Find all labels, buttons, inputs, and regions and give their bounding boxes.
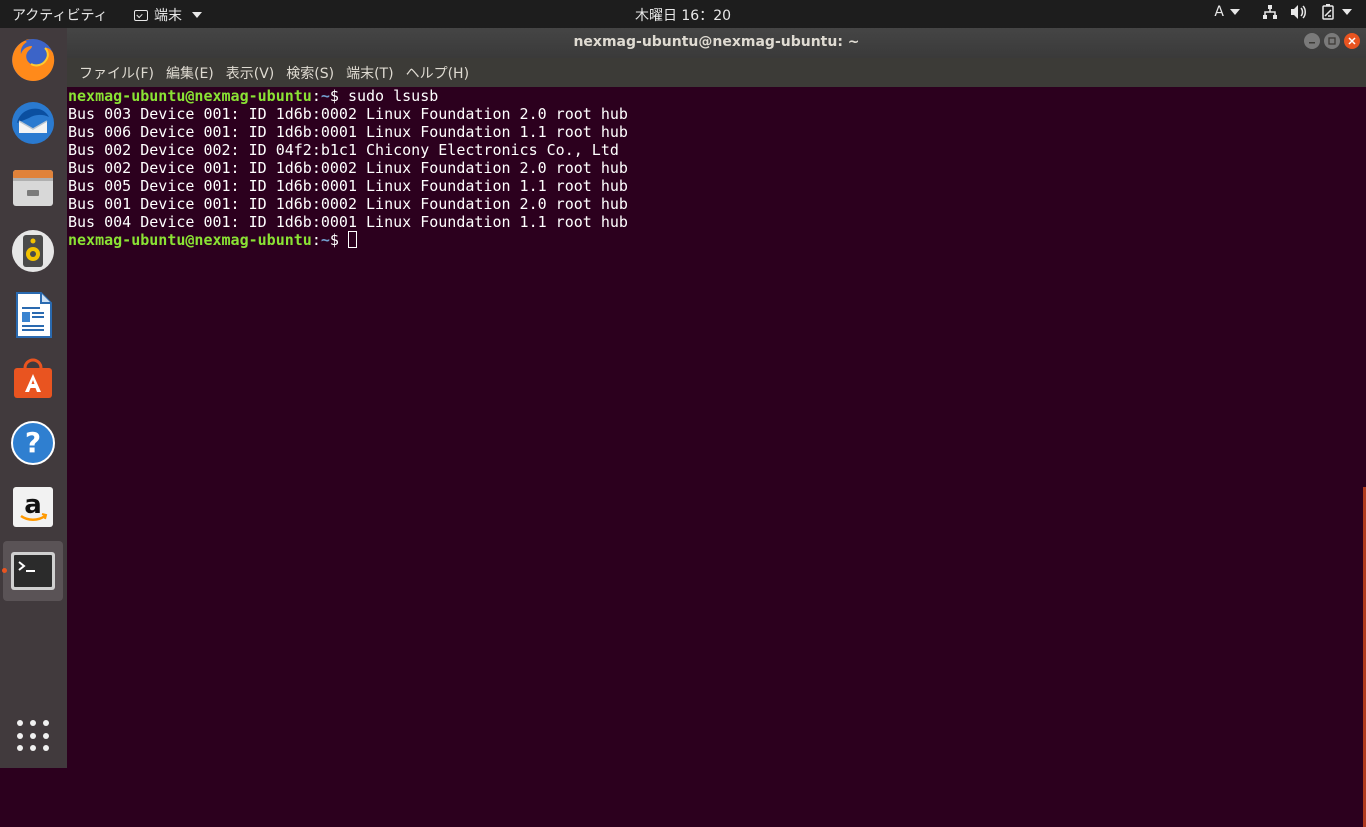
window-controls <box>1304 33 1360 49</box>
clock[interactable]: 木曜日 16：20 <box>0 5 1366 25</box>
menu-search[interactable]: 検索(S) <box>280 63 340 83</box>
chevron-down-icon <box>1230 9 1240 15</box>
prompt-dollar: $ <box>329 231 348 249</box>
thunderbird-icon <box>12 102 54 144</box>
terminal-icon <box>11 552 55 590</box>
dock-rhythmbox[interactable] <box>3 221 63 281</box>
running-indicator <box>2 568 7 573</box>
output-line: Bus 002 Device 002: ID 04f2:b1c1 Chicony… <box>68 141 619 159</box>
minimize-icon <box>1309 42 1315 44</box>
menu-bar: ファイル(F) 編集(E) 表示(V) 検索(S) 端末(T) ヘルプ(H) <box>67 58 1366 87</box>
dock-thunderbird[interactable] <box>3 93 63 153</box>
input-method-label: A <box>1214 4 1224 20</box>
rhythmbox-icon <box>12 230 54 272</box>
menu-help[interactable]: ヘルプ(H) <box>400 63 475 83</box>
terminal-output: nexmag-ubuntu@nexmag-ubuntu:~$ sudo lsus… <box>68 87 628 249</box>
prompt-line: nexmag-ubuntu@nexmag-ubuntu:~$ <box>68 231 628 249</box>
close-button[interactable] <box>1344 33 1360 49</box>
output-line: Bus 003 Device 001: ID 1d6b:0002 Linux F… <box>68 105 628 123</box>
show-applications-button[interactable] <box>17 720 49 752</box>
output-line: Bus 002 Device 001: ID 1d6b:0002 Linux F… <box>68 159 628 177</box>
volume-icon <box>1291 5 1306 19</box>
network-icon <box>1263 5 1277 19</box>
window-title: nexmag-ubuntu@nexmag-ubuntu: ~ <box>573 34 860 50</box>
prompt-separator: : <box>311 231 321 249</box>
dock-ubuntu-software[interactable] <box>3 349 63 409</box>
window-titlebar[interactable]: nexmag-ubuntu@nexmag-ubuntu: ~ <box>67 28 1366 58</box>
prompt-user: nexmag-ubuntu@nexmag-ubuntu <box>68 231 312 249</box>
input-method-indicator[interactable]: A <box>1214 4 1240 20</box>
prompt-path: ~ <box>320 87 330 105</box>
ubuntu-software-icon <box>14 358 52 398</box>
maximize-icon <box>1328 37 1336 45</box>
amazon-icon: a <box>13 487 53 527</box>
firefox-icon <box>12 39 55 81</box>
top-bar: アクティビティ 端末 木曜日 16：20 A <box>0 0 1366 28</box>
prompt-separator: : <box>311 87 321 105</box>
prompt-user: nexmag-ubuntu@nexmag-ubuntu <box>68 87 312 105</box>
dock-amazon[interactable]: a <box>3 477 63 537</box>
text-cursor <box>347 231 357 248</box>
menu-terminal[interactable]: 端末(T) <box>340 63 399 83</box>
dock-terminal[interactable] <box>3 541 63 601</box>
battery-icon <box>1322 4 1334 20</box>
dock-files[interactable] <box>3 157 63 217</box>
output-line: Bus 006 Device 001: ID 1d6b:0001 Linux F… <box>68 123 628 141</box>
prompt-path: ~ <box>320 231 330 249</box>
files-icon <box>13 170 53 206</box>
output-line: Bus 005 Device 001: ID 1d6b:0001 Linux F… <box>68 177 628 195</box>
minimize-button[interactable] <box>1304 33 1320 49</box>
chevron-down-icon <box>1342 9 1352 15</box>
svg-text:?: ? <box>25 426 41 459</box>
output-line: Bus 001 Device 001: ID 1d6b:0002 Linux F… <box>68 195 628 213</box>
menu-edit[interactable]: 編集(E) <box>160 63 220 83</box>
dock-firefox[interactable] <box>3 30 63 90</box>
system-tray: A <box>1214 4 1352 20</box>
maximize-button[interactable] <box>1324 33 1340 49</box>
close-icon <box>1348 37 1356 45</box>
command-line: nexmag-ubuntu@nexmag-ubuntu:~$ sudo lsus… <box>68 87 628 105</box>
dock-help[interactable]: ? <box>3 413 63 473</box>
output-line: Bus 004 Device 001: ID 1d6b:0001 Linux F… <box>68 213 628 231</box>
prompt-dollar: $ <box>329 87 348 105</box>
dock-libreoffice-writer[interactable] <box>3 285 63 345</box>
dock: ? a <box>0 28 67 768</box>
terminal-area[interactable]: nexmag-ubuntu@nexmag-ubuntu:~$ sudo lsus… <box>67 87 1366 827</box>
menu-file[interactable]: ファイル(F) <box>73 63 160 83</box>
system-menu[interactable] <box>1262 4 1352 20</box>
help-icon: ? <box>11 421 55 465</box>
command-text: sudo lsusb <box>347 87 439 105</box>
terminal-window: nexmag-ubuntu@nexmag-ubuntu: ~ ファイル(F) 編… <box>67 28 1366 827</box>
libreoffice-writer-icon <box>16 292 52 338</box>
menu-view[interactable]: 表示(V) <box>220 63 281 83</box>
svg-text:a: a <box>24 490 42 520</box>
